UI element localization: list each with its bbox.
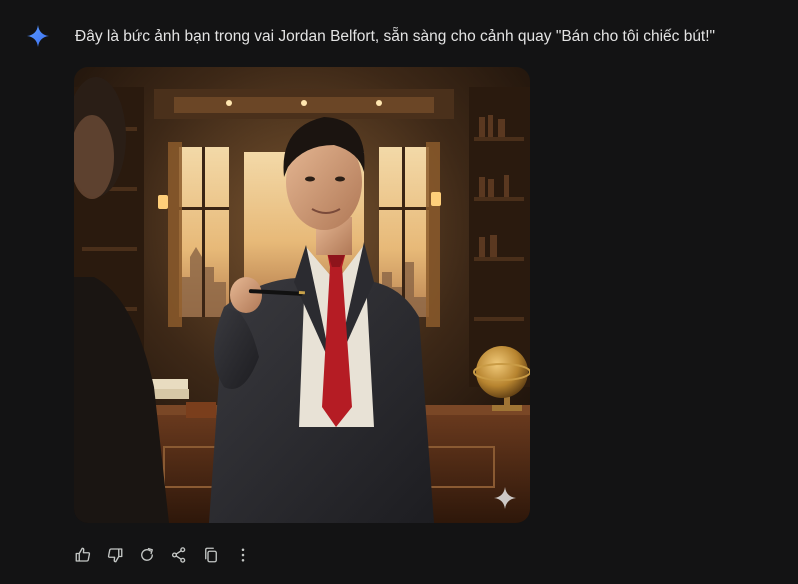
ai-sparkle-icon xyxy=(492,485,518,511)
copy-icon xyxy=(205,547,217,563)
share-icon xyxy=(171,547,186,563)
copy-button[interactable] xyxy=(200,544,222,566)
assistant-response: Đây là bức ảnh bạn trong vai Jordan Belf… xyxy=(0,0,798,584)
thumbs-up-button[interactable] xyxy=(72,544,94,566)
response-actions xyxy=(72,542,264,568)
generated-image[interactable] xyxy=(74,67,530,523)
more-options-icon xyxy=(241,548,245,562)
more-options-button[interactable] xyxy=(232,544,254,566)
share-button[interactable] xyxy=(168,544,190,566)
thumbs-down-icon xyxy=(107,548,123,563)
regenerate-icon xyxy=(141,547,153,561)
thumbs-up-icon xyxy=(75,547,91,562)
response-text: Đây là bức ảnh bạn trong vai Jordan Belf… xyxy=(75,28,716,45)
regenerate-button[interactable] xyxy=(136,544,158,566)
thumbs-down-button[interactable] xyxy=(104,544,126,566)
gemini-sparkle-icon xyxy=(26,24,50,48)
scene-illustration xyxy=(74,67,530,523)
